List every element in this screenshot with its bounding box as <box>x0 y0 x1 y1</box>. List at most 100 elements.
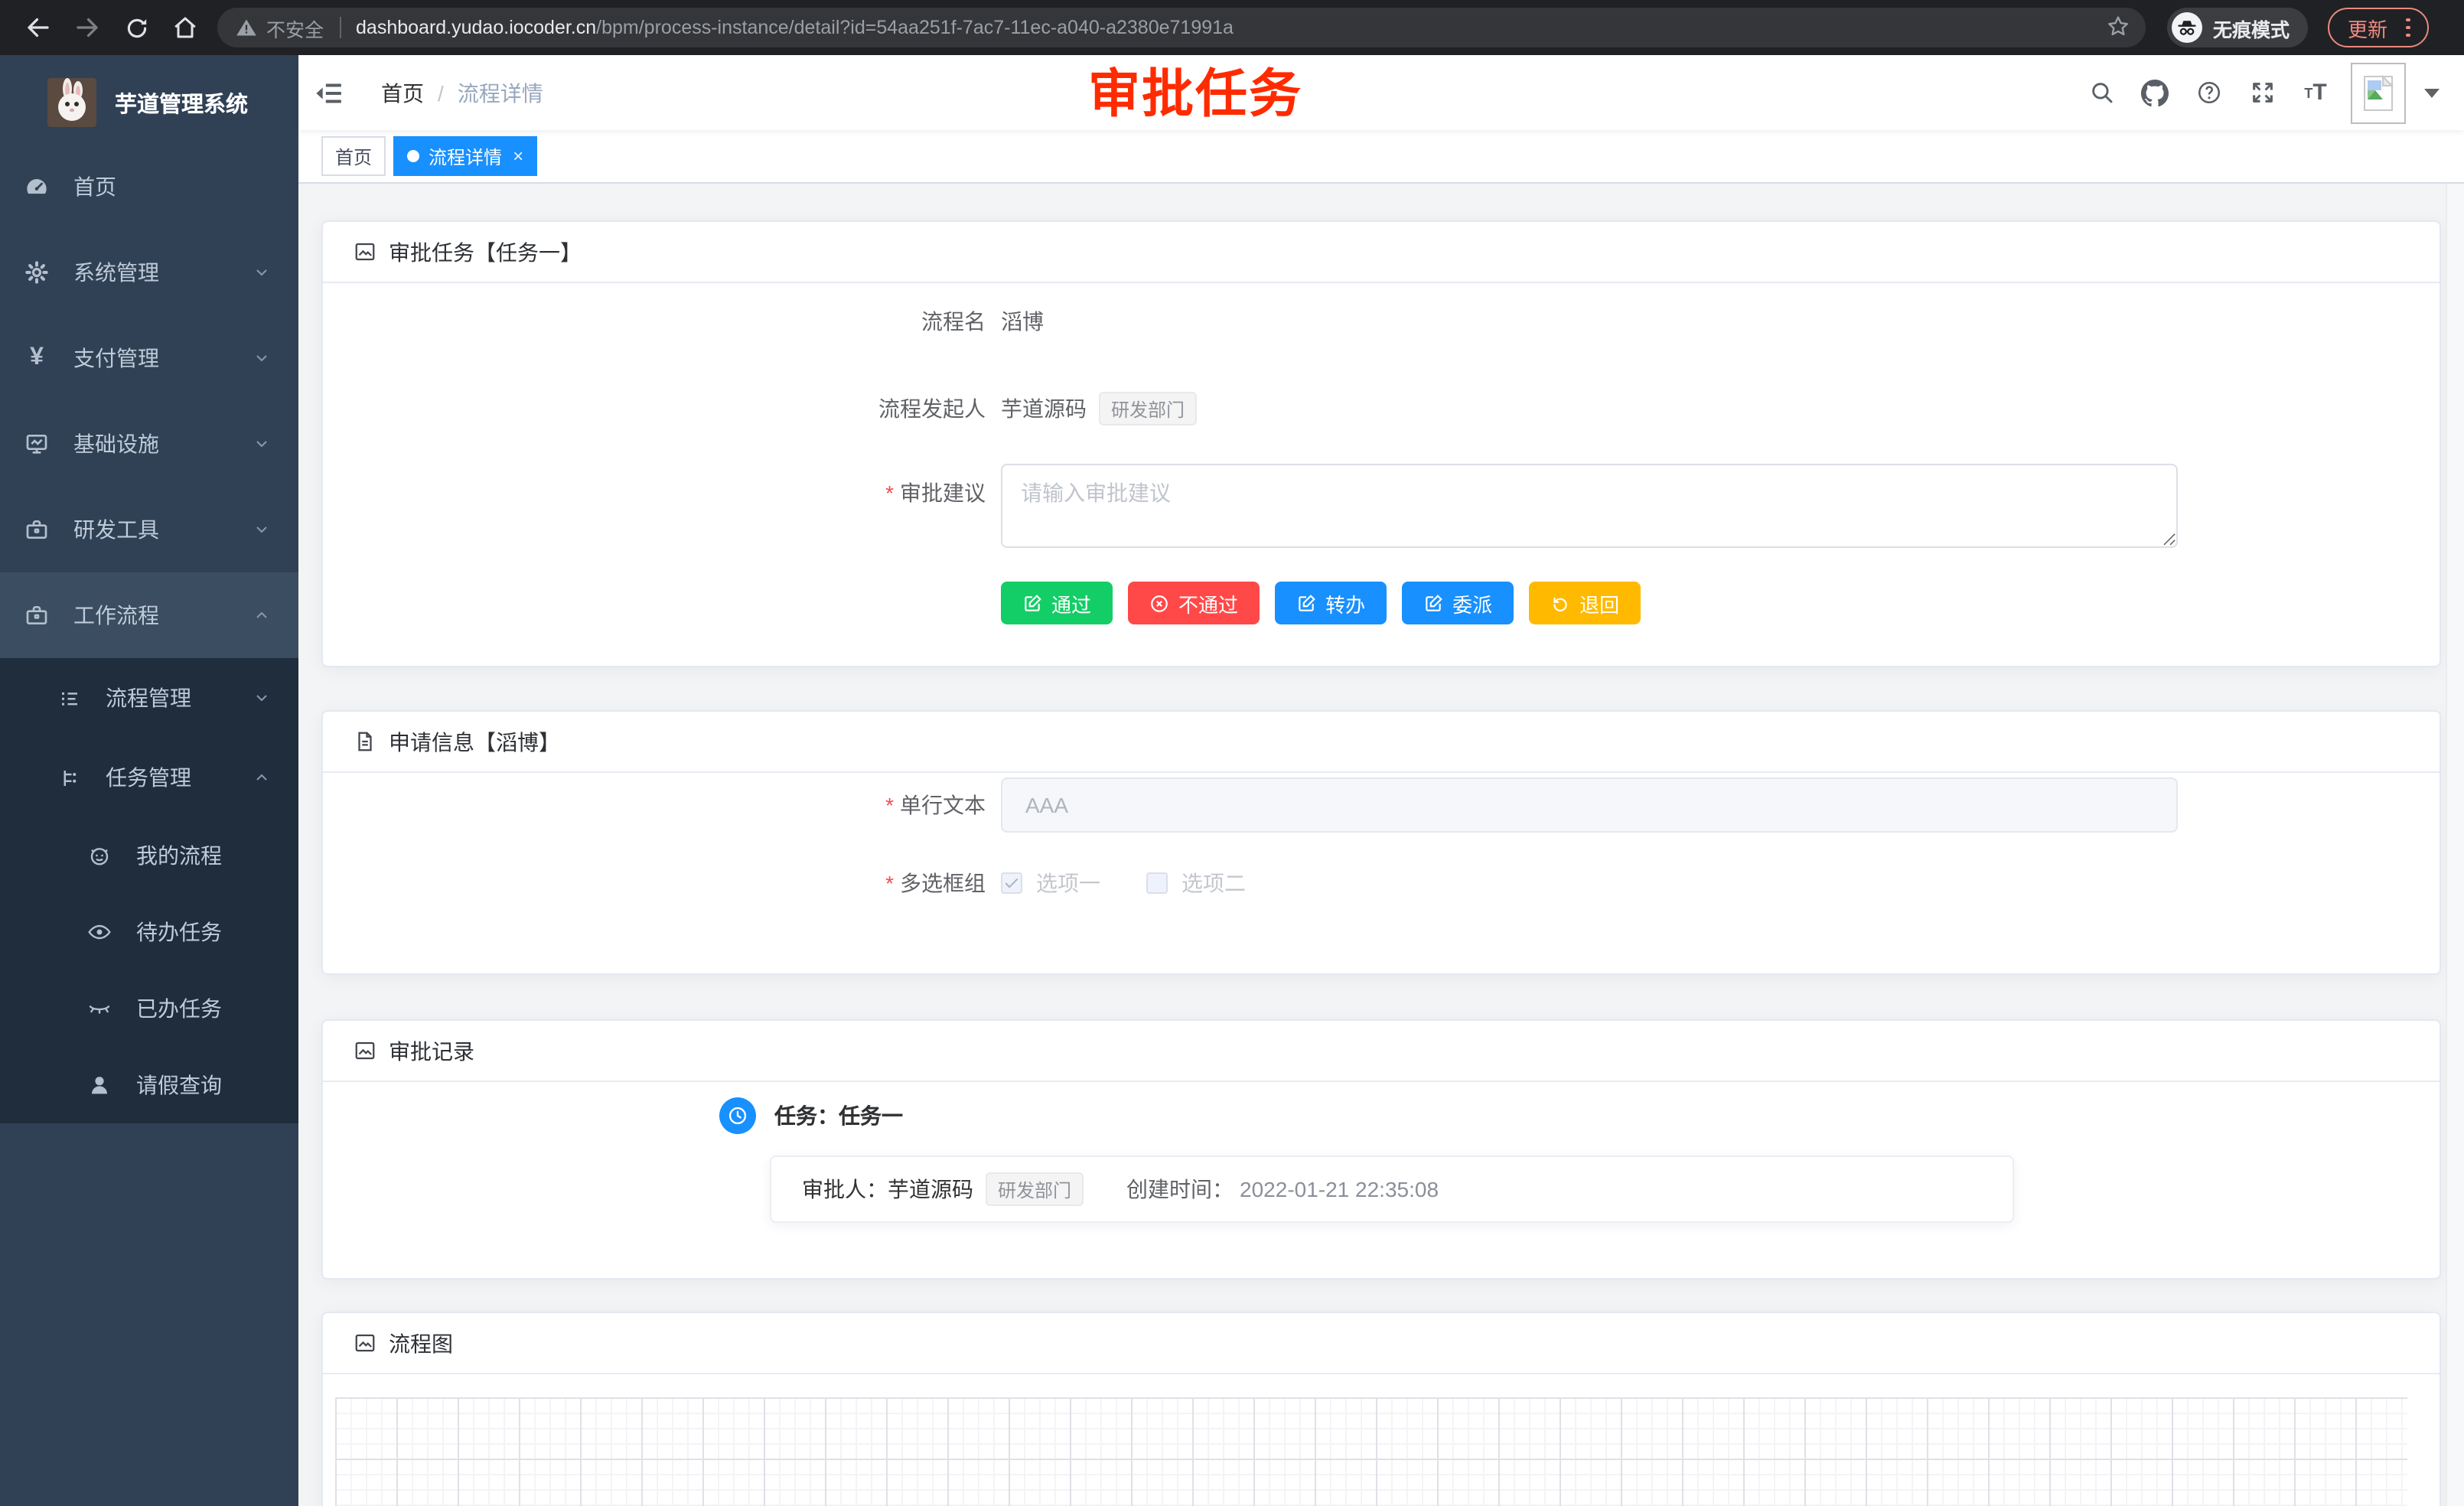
card-header: 审批任务【任务一】 <box>323 222 2440 283</box>
breadcrumb: 首页 / 流程详情 <box>381 77 543 108</box>
avatar-caret-icon[interactable] <box>2424 88 2440 97</box>
sidebar-item-home[interactable]: 首页 <box>0 144 298 230</box>
chevron-up-icon <box>253 606 271 624</box>
avatar[interactable] <box>2351 62 2406 123</box>
sidebar-item-label: 系统管理 <box>73 257 159 288</box>
robot-icon <box>87 843 112 868</box>
document-icon <box>354 729 378 754</box>
font-size-icon[interactable]: TT <box>2300 77 2331 108</box>
initiator-name: 芋道源码 <box>1001 393 1087 424</box>
sidebar-item-my-process[interactable]: 我的流程 <box>0 817 298 894</box>
form-row-comment: *审批建议 <box>323 464 2440 548</box>
approver-label: 审批人： <box>802 1174 888 1204</box>
reload-icon[interactable] <box>115 6 158 49</box>
created-label: 创建时间： <box>1126 1174 1234 1204</box>
logo-row[interactable]: 芋道管理系统 <box>0 70 298 135</box>
reject-button[interactable]: 不通过 <box>1128 582 1260 624</box>
sidebar-item-workflow[interactable]: 工作流程 <box>0 572 298 658</box>
sidebar: 芋道管理系统 首页 系统管理 ¥ 支付管理 <box>0 55 298 1506</box>
clock-icon <box>719 1097 756 1134</box>
bookmark-star-icon[interactable] <box>2106 13 2130 42</box>
sidebar-item-done-tasks[interactable]: 已办任务 <box>0 970 298 1047</box>
field-label: 流程名 <box>323 306 1001 337</box>
checkbox-option-2 <box>1146 872 1168 894</box>
search-icon[interactable] <box>2086 77 2117 108</box>
sidebar-fold-icon[interactable] <box>314 76 347 109</box>
approval-buttons: 通过 不通过 转办 委 <box>1001 582 2440 624</box>
broken-image-icon <box>2363 74 2394 111</box>
home-icon[interactable] <box>164 6 207 49</box>
sidebar-item-process-mgmt[interactable]: 流程管理 <box>0 658 298 738</box>
url-host: dashboard.yudao.iocoder.cn <box>356 17 596 38</box>
fullscreen-icon[interactable] <box>2247 77 2277 108</box>
edit-icon <box>1296 593 1316 613</box>
field-label: *多选框组 <box>323 868 1001 898</box>
sidebar-item-leave-query[interactable]: 请假查询 <box>0 1047 298 1123</box>
url-path: /bpm/process-instance/detail?id=54aa251f… <box>596 17 1234 38</box>
tab-close-icon[interactable]: × <box>513 145 523 167</box>
sidebar-item-system[interactable]: 系统管理 <box>0 230 298 315</box>
back-icon[interactable] <box>17 6 60 49</box>
main: 首页 / 流程详情 审批任务 <box>298 55 2464 1506</box>
task-label: 任务：任务一 <box>774 1100 903 1131</box>
url-bar[interactable]: 不安全 dashboard.yudao.iocoder.cn/bpm/proce… <box>217 8 2146 47</box>
chevron-down-icon <box>253 349 271 367</box>
flow-diagram-card: 流程图 <box>321 1312 2441 1506</box>
timeline-task-row: 任务：任务一 <box>719 1097 2440 1134</box>
breadcrumb-separator: / <box>438 80 444 105</box>
update-button[interactable]: 更新 <box>2328 8 2428 47</box>
card-header: 申请信息【滔博】 <box>323 712 2440 773</box>
transfer-button[interactable]: 转办 <box>1275 582 1387 624</box>
page-scrollbar[interactable] <box>2446 55 2464 1506</box>
approval-records-card: 审批记录 任务：任务一 审批人： 芋道源码 研发部门 <box>321 1019 2441 1279</box>
sidebar-item-label: 我的流程 <box>136 840 222 871</box>
app-header: 首页 / 流程详情 审批任务 <box>298 55 2464 130</box>
browser-menu-icon[interactable] <box>2403 15 2413 41</box>
briefcase-icon <box>24 517 49 542</box>
edit-icon <box>1423 593 1443 613</box>
sidebar-item-payment[interactable]: ¥ 支付管理 <box>0 315 298 401</box>
return-button[interactable]: 退回 <box>1529 582 1641 624</box>
gear-icon <box>24 260 49 285</box>
card-title: 流程图 <box>389 1328 453 1358</box>
single-line-text-input: AAA <box>1001 777 2178 833</box>
breadcrumb-home[interactable]: 首页 <box>381 77 424 108</box>
header-icons: TT <box>2063 62 2464 123</box>
briefcase-icon <box>24 603 49 628</box>
incognito-label: 无痕模式 <box>2213 13 2290 42</box>
sidebar-item-label: 请假查询 <box>136 1070 222 1100</box>
picture-icon <box>354 1331 378 1355</box>
refresh-left-icon <box>1550 593 1570 613</box>
active-tab-dot <box>407 150 419 162</box>
delegate-button[interactable]: 委派 <box>1402 582 1514 624</box>
edit-icon <box>1022 593 1042 613</box>
approve-button[interactable]: 通过 <box>1001 582 1113 624</box>
checkbox-option-1 <box>1001 872 1022 894</box>
sidebar-item-todo-tasks[interactable]: 待办任务 <box>0 894 298 970</box>
sidebar-item-label: 基础设施 <box>73 429 159 459</box>
update-label[interactable]: 更新 <box>2348 13 2387 42</box>
chevron-down-icon <box>253 689 271 707</box>
sidebar-item-infra[interactable]: 基础设施 <box>0 401 298 487</box>
annotation-title: 审批任务 <box>1088 69 1302 121</box>
security-label[interactable]: 不安全 <box>266 13 324 42</box>
sidebar-item-label: 流程管理 <box>106 683 191 713</box>
user-icon <box>87 1073 112 1097</box>
help-icon[interactable] <box>2193 77 2224 108</box>
form-row-checkbox-group: *多选框组 选项一 选项二 <box>323 856 2440 911</box>
sidebar-item-devtools[interactable]: 研发工具 <box>0 487 298 572</box>
tab-process-detail[interactable]: 流程详情 × <box>393 136 537 176</box>
card-header: 流程图 <box>323 1313 2440 1374</box>
sidebar-item-task-mgmt[interactable]: 任务管理 <box>0 738 298 817</box>
github-icon[interactable] <box>2140 77 2170 108</box>
forward-icon[interactable] <box>66 6 109 49</box>
tab-home[interactable]: 首页 <box>321 136 386 176</box>
field-label: *单行文本 <box>323 790 1001 820</box>
sidebar-item-label: 研发工具 <box>73 514 159 545</box>
comment-textarea[interactable] <box>1001 464 2178 548</box>
application-info-card: 申请信息【滔博】 *单行文本 AAA *多选框组 选项一 选项二 <box>321 710 2441 975</box>
card-title: 审批记录 <box>389 1035 474 1066</box>
app-title: 芋道管理系统 <box>115 86 248 119</box>
bpmn-canvas[interactable] <box>335 1397 2407 1506</box>
sidebar-item-label: 支付管理 <box>73 343 159 373</box>
